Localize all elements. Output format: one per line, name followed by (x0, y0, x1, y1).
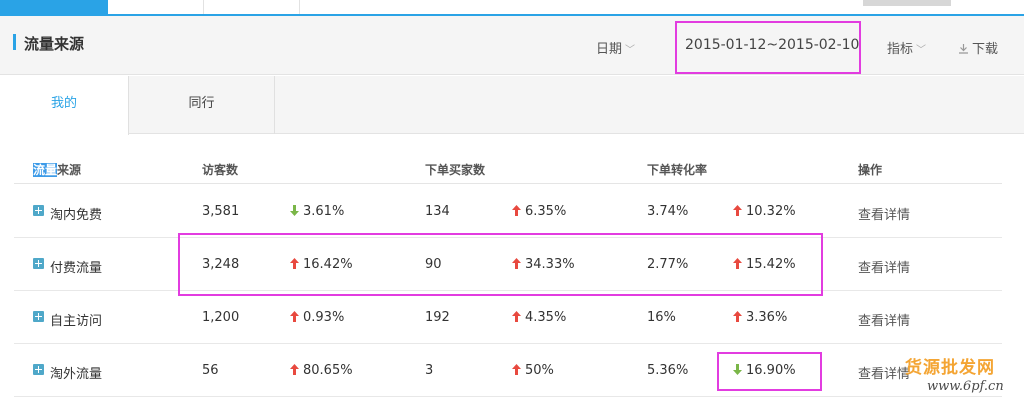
table-row: 淘外流量 56 80.65% 3 50% 5.36% 16.90% 查看详情 (14, 344, 1002, 397)
view-details-link[interactable]: 查看详情 (858, 363, 910, 382)
visitors-value: 3,581 (202, 204, 240, 219)
highlight-box-date (675, 21, 861, 74)
view-details-link[interactable]: 查看详情 (858, 204, 910, 223)
top-right-button[interactable] (863, 0, 951, 6)
arrow-up-icon (290, 364, 299, 375)
tab-peer[interactable]: 同行 (129, 76, 275, 134)
watermark-logo: 货源批发网 www.6pf.cn (905, 353, 1023, 403)
chevron-down-icon: ﹀ (916, 45, 927, 56)
plus-square-icon[interactable] (33, 311, 44, 322)
conversion-change: 3.36% (733, 310, 787, 325)
buyers-change-value: 4.35% (525, 310, 567, 325)
column-header-source-rest: 来源 (57, 163, 82, 177)
top-tab-active[interactable] (0, 0, 108, 14)
title-accent-bar (13, 34, 16, 50)
download-button[interactable]: 下载 (958, 38, 998, 57)
table-row: 自主访问 1,200 0.93% 192 4.35% 16% 3.36% 查看详… (14, 291, 1002, 344)
plus-square-icon[interactable] (33, 364, 44, 375)
section-header: 流量来源 日期 ﹀ 2015-01-12~2015-02-10 指标 ﹀ 下载 (0, 16, 1024, 75)
buyers-change: 50% (512, 363, 554, 378)
buyers-value: 192 (425, 310, 450, 325)
arrow-up-icon (733, 205, 742, 216)
source-name: 自主访问 (50, 314, 103, 329)
arrow-up-icon (512, 205, 521, 216)
tab-mine[interactable]: 我的 (0, 76, 129, 135)
visitors-change: 80.65% (290, 363, 353, 378)
date-dropdown[interactable]: 日期 ﹀ (596, 38, 635, 57)
top-tab-3[interactable] (204, 0, 300, 14)
column-header-buyers: 下单买家数 (425, 163, 486, 177)
conversion-change-value: 10.32% (746, 204, 796, 219)
arrow-up-icon (290, 311, 299, 322)
top-tab-2[interactable] (108, 0, 204, 14)
column-header-action: 操作 (858, 163, 883, 177)
buyers-change: 4.35% (512, 310, 566, 325)
highlight-box-paid-traffic (178, 233, 823, 296)
source-name: 付费流量 (50, 261, 103, 276)
chevron-down-icon: ﹀ (625, 45, 636, 56)
arrow-up-icon (512, 364, 521, 375)
arrow-up-icon (512, 311, 521, 322)
column-header-conversion: 下单转化率 (647, 163, 708, 177)
visitors-change-value: 0.93% (303, 310, 345, 325)
column-header-source: 流量来源 (33, 161, 81, 178)
conversion-value: 3.74% (647, 204, 689, 219)
conversion-value: 5.36% (647, 363, 689, 378)
table-row: 淘内免费 3,581 3.61% 134 6.35% 3.74% 10.32% … (14, 185, 1002, 238)
visitors-change-value: 80.65% (303, 363, 353, 378)
highlight-box-conversion-drop (717, 352, 822, 391)
visitors-change: 0.93% (290, 310, 344, 325)
buyers-change: 6.35% (512, 204, 566, 219)
table-header-row: 流量来源 访客数 下单买家数 下单转化率 操作 (14, 148, 1002, 184)
visitors-change-value: 3.61% (303, 204, 345, 219)
download-icon (959, 44, 968, 54)
download-label: 下载 (972, 42, 999, 57)
page-title: 流量来源 (24, 35, 85, 53)
subtab-bar: 我的 同行 (0, 76, 1024, 135)
source-name: 淘内免费 (50, 208, 103, 223)
column-header-source-highlight: 流量 (33, 163, 58, 177)
buyers-value: 3 (425, 363, 434, 378)
plus-square-icon[interactable] (33, 258, 44, 269)
plus-square-icon[interactable] (33, 205, 44, 216)
buyers-value: 134 (425, 204, 450, 219)
top-tab-strip (0, 0, 1024, 16)
buyers-change-value: 50% (525, 363, 554, 378)
visitors-change: 3.61% (290, 204, 344, 219)
arrow-down-icon (290, 205, 299, 216)
watermark-url: www.6pf.cn (927, 379, 1004, 394)
metric-dropdown[interactable]: 指标 ﹀ (887, 38, 926, 57)
metric-dropdown-label: 指标 (887, 42, 914, 57)
view-details-link[interactable]: 查看详情 (858, 310, 910, 329)
page-root: 流量来源 日期 ﹀ 2015-01-12~2015-02-10 指标 ﹀ 下载 我的… (0, 0, 1024, 414)
conversion-change: 10.32% (733, 204, 796, 219)
source-name: 淘外流量 (50, 367, 103, 382)
arrow-up-icon (733, 311, 742, 322)
date-dropdown-label: 日期 (596, 42, 623, 57)
visitors-value: 1,200 (202, 310, 240, 325)
buyers-change-value: 6.35% (525, 204, 567, 219)
column-header-visitors: 访客数 (202, 163, 239, 177)
conversion-value: 16% (647, 310, 676, 325)
visitors-value: 56 (202, 363, 219, 378)
watermark-cn: 货源批发网 (905, 358, 995, 378)
view-details-link[interactable]: 查看详情 (858, 257, 910, 276)
conversion-change-value: 3.36% (746, 310, 788, 325)
